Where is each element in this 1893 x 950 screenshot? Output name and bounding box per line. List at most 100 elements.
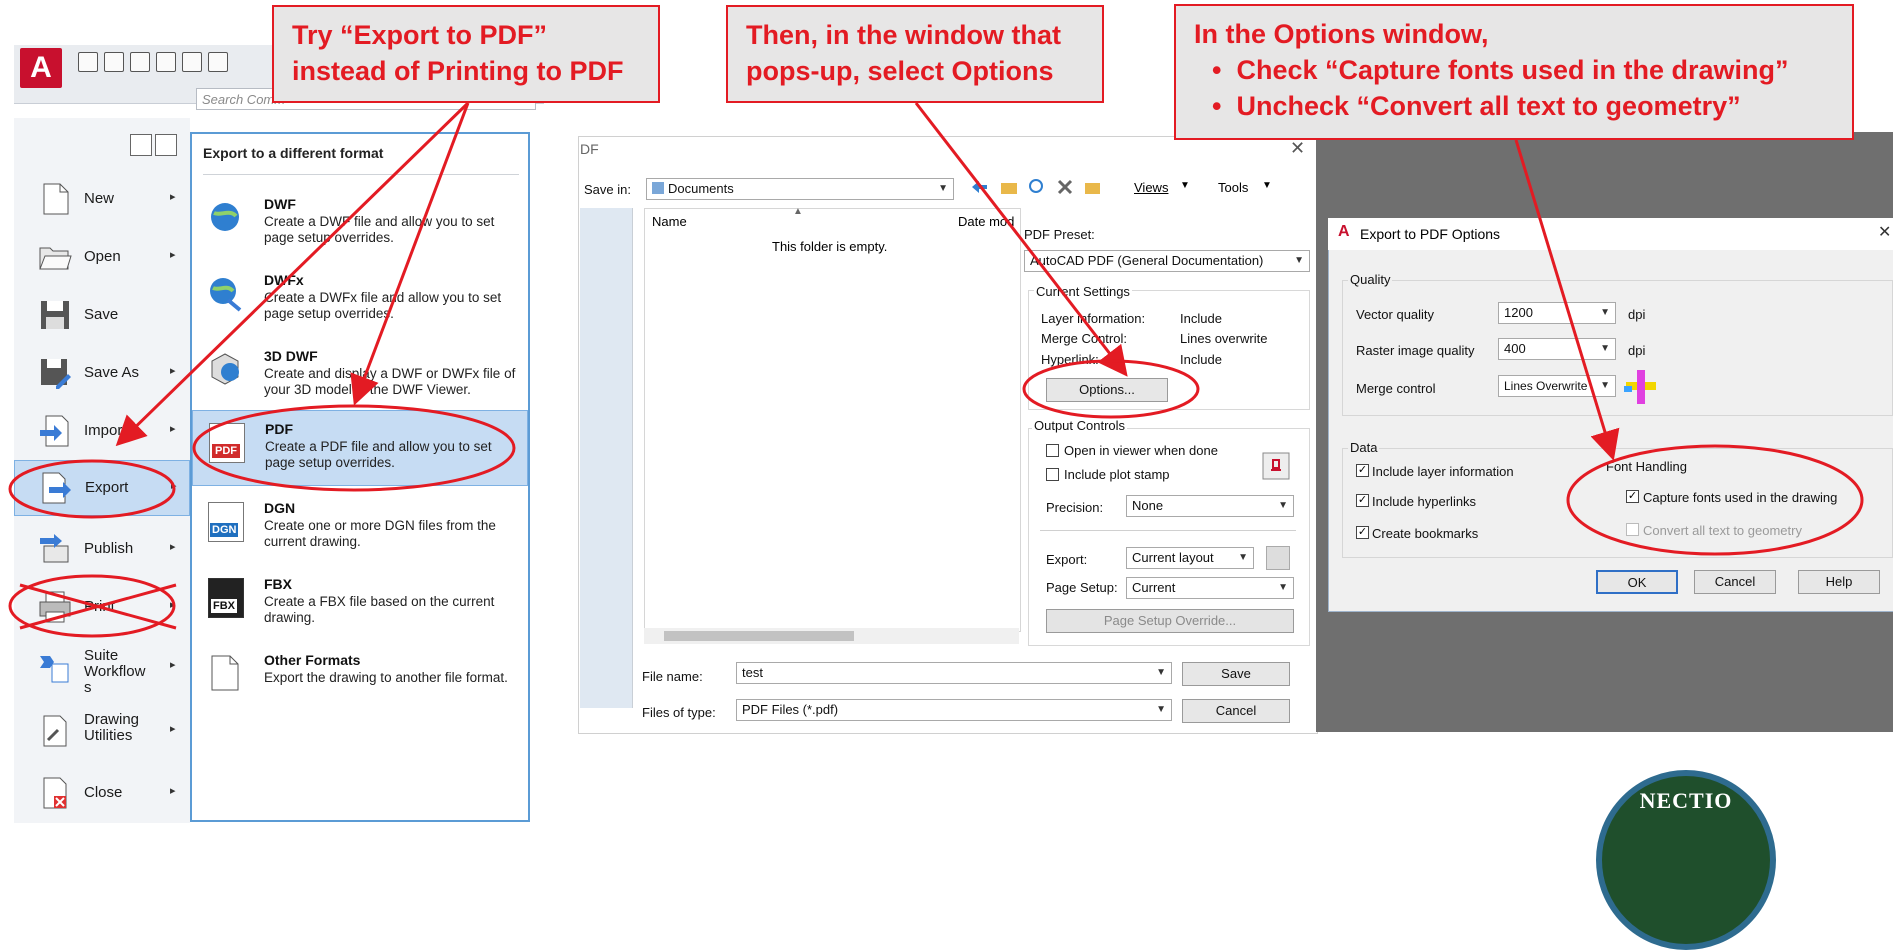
format-dgn[interactable]: DGN DGN Create one or more DGN files fro… <box>192 490 528 566</box>
dpi-label: dpi <box>1628 343 1646 358</box>
open-viewer-checkbox[interactable] <box>1046 444 1059 457</box>
menu-item-save-as[interactable]: Save As ▸ <box>14 346 190 402</box>
menu-item-save[interactable]: Save <box>14 288 190 344</box>
page-setup-override-button[interactable]: Page Setup Override... <box>1046 609 1294 633</box>
callout-text: Then, in the window that <box>746 20 1061 50</box>
help-button[interactable]: Help <box>1798 570 1880 594</box>
format-3d-dwf[interactable]: 3D DWF Create and display a DWF or DWFx … <box>192 338 528 414</box>
menu-item-suite-workflows[interactable]: Suite Workflow s ▸ <box>14 640 190 696</box>
menu-item-label: Print <box>84 598 115 615</box>
search-web-icon[interactable] <box>1028 178 1046 196</box>
pdf-preset-select[interactable]: AutoCAD PDF (General Documentation) ▼ <box>1024 250 1310 272</box>
plot-stamp-label: Include plot stamp <box>1064 467 1170 482</box>
tools-menu[interactable]: Tools <box>1218 180 1248 195</box>
export-icon <box>42 472 71 504</box>
views-dropdown-icon: ▼ <box>1180 180 1190 191</box>
new-icon[interactable] <box>78 52 98 72</box>
cancel-button[interactable]: Cancel <box>1182 699 1290 723</box>
menu-item-open[interactable]: Open ▸ <box>14 230 190 286</box>
menu-item-import[interactable]: Import ▸ <box>14 404 190 460</box>
plot-stamp-settings-icon[interactable] <box>1262 452 1290 480</box>
menu-item-print[interactable]: Print ▸ <box>14 580 190 636</box>
export-select[interactable]: Current layout ▼ <box>1126 547 1254 569</box>
up-folder-icon[interactable] <box>1000 178 1018 196</box>
ok-button[interactable]: OK <box>1596 570 1678 594</box>
menu-item-label: Close <box>84 784 123 801</box>
column-name[interactable]: Name <box>652 214 687 229</box>
menu-item-close[interactable]: Close ▸ <box>14 766 190 822</box>
format-fbx[interactable]: FBX FBX Create a FBX file based on the c… <box>192 566 528 642</box>
menu-item-label: New <box>84 190 115 207</box>
submenu-arrow-icon: ▸ <box>170 599 176 611</box>
tools-dropdown-icon: ▼ <box>1262 180 1272 191</box>
menu-item-drawing-utilities[interactable]: Drawing Utilities ▸ <box>14 704 190 760</box>
precision-label: Precision: <box>1046 500 1104 515</box>
open-docs-icon[interactable] <box>155 134 177 156</box>
submenu-title: Export to a different format <box>203 145 384 161</box>
save-in-select[interactable]: Documents ▼ <box>646 178 954 200</box>
menu-item-publish[interactable]: Publish ▸ <box>14 522 190 578</box>
places-bar[interactable] <box>580 208 633 708</box>
menu-item-new[interactable]: New ▸ <box>14 172 190 228</box>
save-as-icon[interactable] <box>156 52 176 72</box>
plot-stamp-checkbox[interactable] <box>1046 468 1059 481</box>
vector-quality-select[interactable]: 1200 ▼ <box>1498 302 1616 324</box>
plot-icon[interactable] <box>182 52 202 72</box>
raster-quality-select[interactable]: 400 ▼ <box>1498 338 1616 360</box>
documents-folder-icon <box>652 182 664 194</box>
format-pdf[interactable]: PDF PDF Create a PDF file and allow you … <box>192 410 528 486</box>
setting-key: Merge Control: <box>1041 331 1127 346</box>
views-menu[interactable]: Views <box>1134 180 1168 195</box>
file-name-input[interactable]: test ▼ <box>736 662 1172 684</box>
callout-text: pops-up, select Options <box>746 56 1054 86</box>
autocad-logo-button[interactable]: A <box>20 48 62 88</box>
menu-item-label: Export <box>85 479 129 496</box>
include-layer-checkbox[interactable]: ✓ <box>1356 464 1369 477</box>
column-date-modified[interactable]: Date mod <box>958 214 1014 229</box>
format-dwfx[interactable]: DWFx Create a DWFx file and allow you to… <box>192 262 528 338</box>
horizontal-scrollbar[interactable] <box>644 628 1019 644</box>
dpi-label: dpi <box>1628 307 1646 322</box>
page-setup-select[interactable]: Current ▼ <box>1126 577 1294 599</box>
cancel-button[interactable]: Cancel <box>1694 570 1776 594</box>
options-button[interactable]: Options... <box>1046 378 1168 402</box>
submenu-arrow-icon: ▸ <box>170 365 176 377</box>
submenu-arrow-icon: ▸ <box>170 723 176 735</box>
submenu-arrow-icon: ▸ <box>170 423 176 435</box>
files-of-type-select[interactable]: PDF Files (*.pdf) ▼ <box>736 699 1172 721</box>
menu-item-export[interactable]: Export ▸ <box>14 460 190 516</box>
back-icon[interactable] <box>970 178 988 196</box>
submenu-arrow-icon: ▸ <box>170 659 176 671</box>
submenu-arrow-icon: ▸ <box>170 249 176 261</box>
new-folder-icon[interactable] <box>1084 178 1102 196</box>
file-list[interactable] <box>644 208 1021 632</box>
setting-value: Lines overwrite <box>1180 331 1268 346</box>
format-dwf[interactable]: DWF Create a DWF file and allow you to s… <box>192 186 528 262</box>
open-icon[interactable] <box>104 52 124 72</box>
recent-documents-toggle[interactable] <box>130 134 180 158</box>
close-icon[interactable]: ✕ <box>1878 222 1891 242</box>
recent-docs-icon[interactable] <box>130 134 152 156</box>
convert-text-checkbox[interactable] <box>1626 523 1639 536</box>
merge-control-value: Lines Overwrite <box>1504 379 1588 393</box>
capture-fonts-checkbox[interactable]: ✓ <box>1626 490 1639 503</box>
submenu-arrow-icon: ▸ <box>170 541 176 553</box>
vector-quality-label: Vector quality <box>1356 307 1435 322</box>
format-title: DWFx <box>264 272 304 288</box>
setting-value: Include <box>1180 352 1222 367</box>
save-button[interactable]: Save <box>1182 662 1290 686</box>
save-icon[interactable] <box>130 52 150 72</box>
menu-item-label: Suite Workflow s <box>84 647 146 696</box>
include-hyperlinks-checkbox[interactable]: ✓ <box>1356 494 1369 507</box>
undo-icon[interactable] <box>208 52 228 72</box>
close-icon[interactable]: ✕ <box>1290 138 1305 159</box>
layout-picker-icon[interactable] <box>1266 546 1290 570</box>
current-settings-label: Current Settings <box>1034 284 1132 299</box>
delete-icon[interactable] <box>1056 178 1074 196</box>
precision-select[interactable]: None ▼ <box>1126 495 1294 517</box>
callout-options-window: In the Options window, • Check “Capture … <box>1174 4 1854 140</box>
create-bookmarks-checkbox[interactable]: ✓ <box>1356 526 1369 539</box>
format-other[interactable]: Other Formats Export the drawing to anot… <box>192 642 528 718</box>
merge-control-select[interactable]: Lines Overwrite ▼ <box>1498 375 1616 397</box>
scroll-thumb[interactable] <box>664 631 854 641</box>
